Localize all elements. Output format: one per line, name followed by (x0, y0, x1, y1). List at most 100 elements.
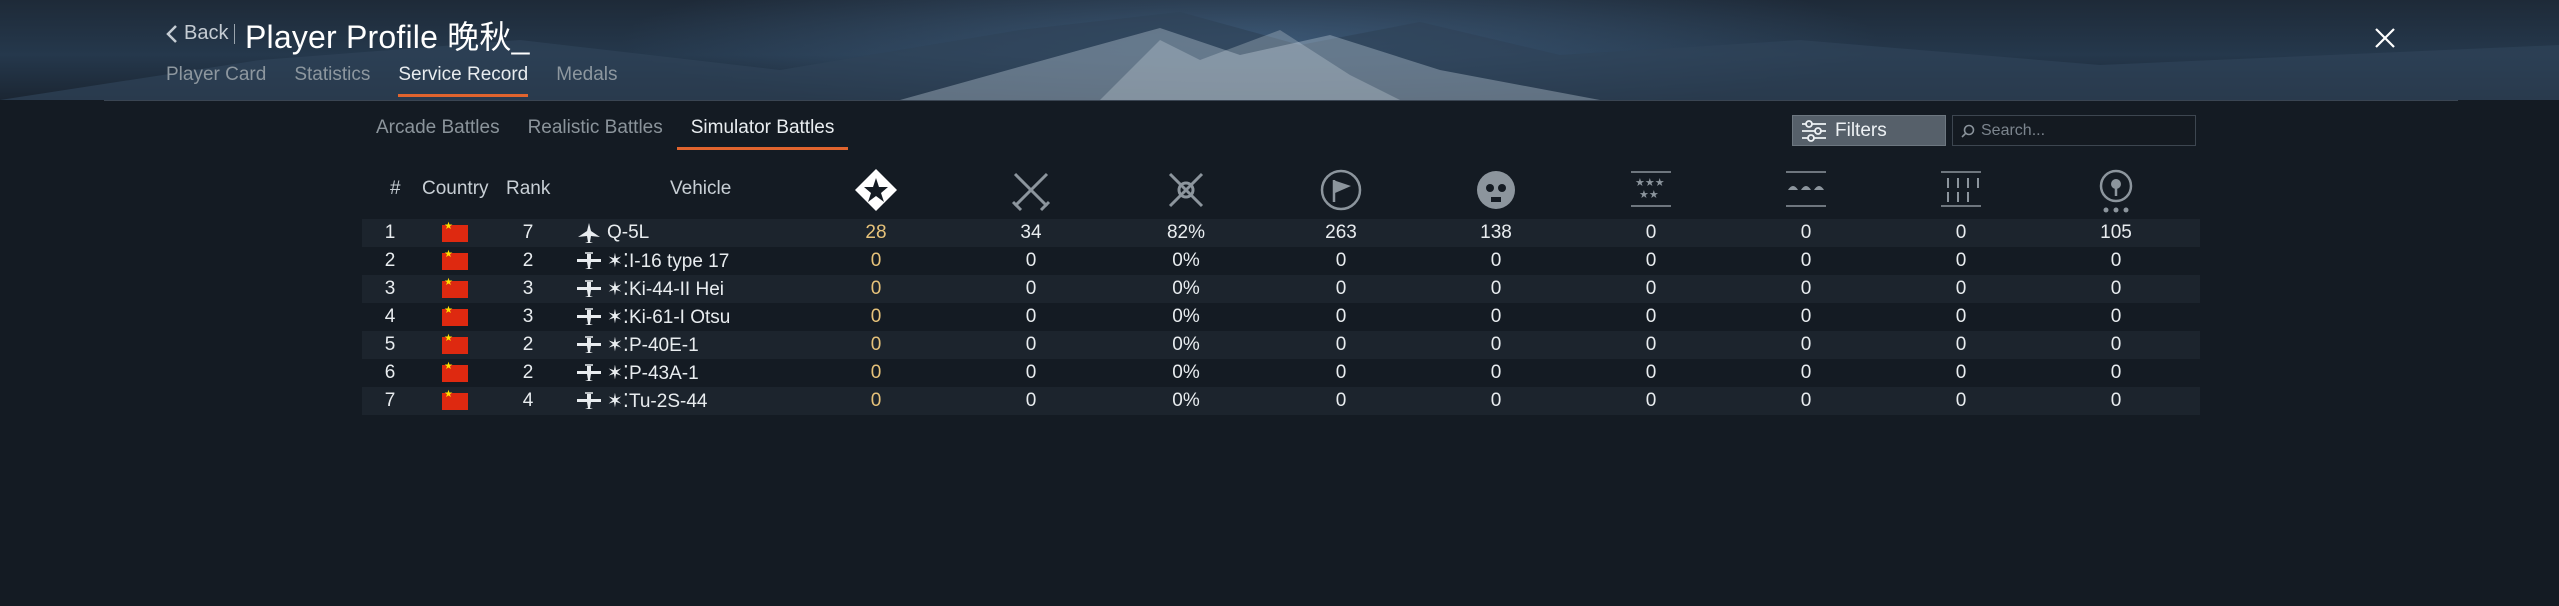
vehicle-name-text: P-40E-1 (628, 335, 699, 356)
column-header-index[interactable]: # (390, 178, 401, 200)
row-rank: 7 (522, 222, 534, 243)
stat-ground-kills: 0 (1800, 250, 1812, 271)
table-row[interactable]: 1 7 Q-5L 28 34 82% 263 138 0 0 0 105 (362, 219, 2200, 247)
tab-medals[interactable]: Medals (556, 64, 617, 97)
filters-label: Filters (1835, 119, 1887, 141)
stat-naval-kills: 0 (1955, 390, 1967, 411)
vehicle-name: ✶⁚Ki-44-II Hei (607, 278, 724, 301)
tab-simulator-battles[interactable]: Simulator Battles (676, 115, 849, 150)
stat-victories: 0 (1025, 390, 1037, 411)
sliders-icon (1802, 119, 1826, 142)
china-flag-icon (442, 277, 468, 298)
column-header-country[interactable]: Country (422, 178, 489, 200)
row-index: 1 (384, 222, 396, 243)
stat-naval-kills: 0 (1955, 362, 1967, 383)
svg-text:★★: ★★ (1639, 188, 1659, 201)
back-label: Back (184, 22, 229, 44)
win-rate-icon[interactable] (1162, 166, 1210, 214)
premium-star-icon: ✶⁚ (607, 279, 629, 300)
filters-button[interactable]: Filters (1792, 115, 1946, 146)
stat-ground-kills: 0 (1800, 222, 1812, 243)
stat-missions: 0 (1335, 334, 1347, 355)
stat-naval-kills: 0 (1955, 222, 1967, 243)
china-flag-icon (442, 221, 468, 242)
jet-icon (578, 223, 600, 243)
table-row[interactable]: 2 2 ✶⁚I-16 type 17 0 0 0% 0 0 0 0 0 0 (362, 247, 2200, 275)
stat-missions: 0 (1335, 278, 1347, 299)
propeller-plane-icon (577, 252, 601, 269)
stat-battles: 0 (870, 362, 882, 383)
table-row[interactable]: 3 3 ✶⁚Ki-44-II Hei 0 0 0% 0 0 0 0 0 0 (362, 275, 2200, 303)
propeller-plane-icon (577, 280, 601, 297)
missions-icon[interactable] (1317, 166, 1365, 214)
stat-activity: 0 (2110, 306, 2122, 327)
stat-win-rate: 0% (1172, 278, 1200, 299)
row-rank: 3 (522, 278, 534, 299)
stat-missions: 0 (1335, 390, 1347, 411)
table-row[interactable]: 5 2 ✶⁚P-40E-1 0 0 0% 0 0 0 0 0 0 (362, 331, 2200, 359)
stat-air-kills: 0 (1645, 390, 1657, 411)
vehicle-name: Q-5L (607, 222, 650, 243)
vehicle-name-text: P-43A-1 (628, 363, 699, 384)
row-rank: 3 (522, 306, 534, 327)
row-index: 7 (384, 390, 396, 411)
vehicle-name: ✶⁚Ki-61-I Otsu (607, 306, 730, 329)
vehicle-name-text: Ki-44-II Hei (628, 279, 724, 300)
stat-activity: 0 (2110, 390, 2122, 411)
row-index: 4 (384, 306, 396, 327)
tab-service-record[interactable]: Service Record (398, 64, 529, 97)
header-divider (104, 100, 2458, 101)
stat-missions: 0 (1335, 306, 1347, 327)
table-header: # Country Rank Vehicle ★★★ ★★ (362, 160, 2200, 220)
vehicle-name: ✶⁚Tu-2S-44 (607, 390, 707, 413)
tab-realistic-battles[interactable]: Realistic Battles (514, 115, 677, 150)
column-header-rank[interactable]: Rank (506, 178, 550, 200)
premium-star-icon: ✶⁚ (607, 363, 629, 384)
title-separator (234, 24, 235, 44)
stat-win-rate: 0% (1172, 390, 1200, 411)
stat-victories: 0 (1025, 334, 1037, 355)
stat-battles: 0 (870, 334, 882, 355)
naval-kills-icon[interactable] (1937, 166, 1985, 214)
victories-icon[interactable] (1007, 166, 1055, 214)
column-header-vehicle[interactable]: Vehicle (670, 178, 731, 200)
kills-icon[interactable] (1472, 166, 1520, 214)
ground-kills-icon[interactable] (1782, 166, 1830, 214)
row-index: 2 (384, 250, 396, 271)
battles-icon[interactable] (852, 166, 900, 214)
stat-ground-kills: 0 (1800, 278, 1812, 299)
table-row[interactable]: 6 2 ✶⁚P-43A-1 0 0 0% 0 0 0 0 0 0 (362, 359, 2200, 387)
premium-star-icon: ✶⁚ (607, 391, 629, 412)
tab-player-card[interactable]: Player Card (166, 64, 266, 97)
propeller-plane-icon (577, 308, 601, 325)
vehicle-name: ✶⁚I-16 type 17 (607, 250, 729, 273)
tab-statistics[interactable]: Statistics (294, 64, 370, 97)
stat-ground-kills: 0 (1800, 334, 1812, 355)
china-flag-icon (442, 389, 468, 410)
vehicle-table: 1 7 Q-5L 28 34 82% 263 138 0 0 0 105 2 2… (362, 219, 2200, 415)
stat-naval-kills: 0 (1955, 334, 1967, 355)
stat-naval-kills: 0 (1955, 278, 1967, 299)
stat-kills: 0 (1490, 306, 1502, 327)
page-title: Player Profile 晚秋_ (245, 19, 530, 55)
activity-icon[interactable] (2092, 166, 2140, 214)
premium-star-icon: ✶⁚ (607, 307, 629, 328)
row-index: 6 (384, 362, 396, 383)
stat-battles: 0 (870, 278, 882, 299)
propeller-plane-icon (577, 336, 601, 353)
air-kills-icon[interactable]: ★★★★★ (1627, 166, 1675, 214)
stat-missions: 0 (1335, 362, 1347, 383)
table-row[interactable]: 7 4 ✶⁚Tu-2S-44 0 0 0% 0 0 0 0 0 0 (362, 387, 2200, 415)
stat-missions: 263 (1325, 222, 1357, 243)
stat-victories: 0 (1025, 250, 1037, 271)
table-row[interactable]: 4 3 ✶⁚Ki-61-I Otsu 0 0 0% 0 0 0 0 0 0 (362, 303, 2200, 331)
stat-battles: 0 (870, 250, 882, 271)
stat-kills: 0 (1490, 362, 1502, 383)
stat-ground-kills: 0 (1800, 306, 1812, 327)
search-input[interactable] (1981, 121, 2181, 140)
stat-win-rate: 0% (1172, 306, 1200, 327)
tab-arcade-battles[interactable]: Arcade Battles (362, 115, 514, 150)
close-button[interactable] (2374, 27, 2396, 54)
stat-kills: 0 (1490, 334, 1502, 355)
back-button[interactable]: Back (166, 22, 228, 45)
